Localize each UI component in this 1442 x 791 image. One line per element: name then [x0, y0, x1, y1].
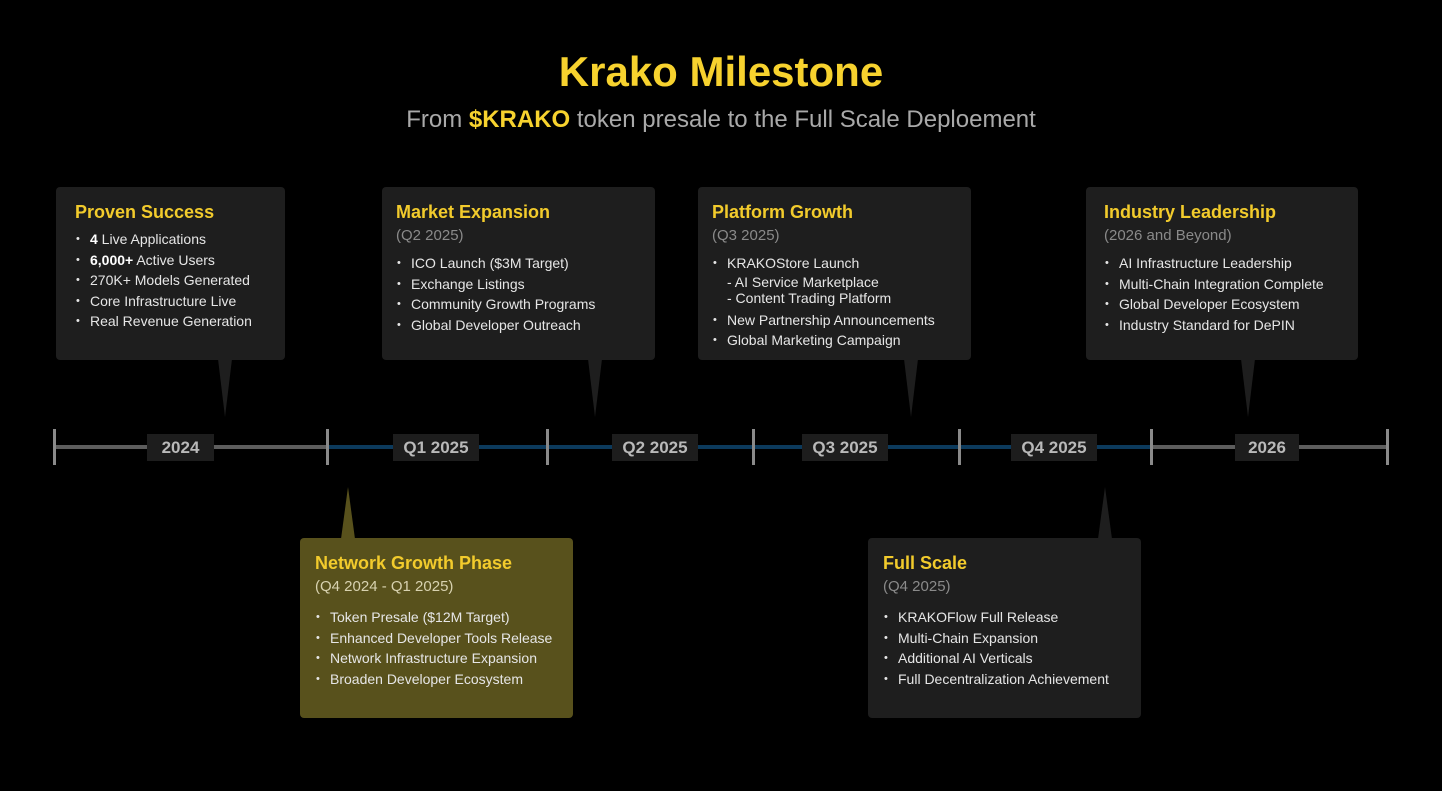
timeline-tick [53, 429, 56, 465]
card-title: Proven Success [75, 202, 215, 222]
milestone-card-full-scale: Full Scale (Q4 2025) KRAKOFlow Full Rele… [868, 538, 1141, 718]
list-item: KRAKOStore Launch - AI Service Marketplac… [712, 253, 955, 306]
page-title: Krako Milestone [558, 48, 884, 95]
list-item: Real Revenue Generation [75, 311, 269, 332]
card-pointer [1098, 487, 1112, 539]
sub-item: - Content Trading Platform [727, 289, 892, 306]
period-label-q4-2025: Q4 2025 [1011, 434, 1097, 461]
subtitle-suffix: token presale to the Full Scale Deploeme… [570, 106, 1036, 133]
sub-item: - AI Service Marketplace [727, 273, 879, 290]
list-item: Full Decentralization Achievement [883, 669, 1125, 690]
list-item: 270K+ Models Generated [75, 270, 269, 291]
card-title: Network Growth Phase [315, 553, 513, 573]
period-label-q3-2025: Q3 2025 [802, 434, 888, 461]
card-title: Market Expansion [396, 202, 551, 222]
card-period: (Q2 2025) [396, 227, 464, 244]
card-period: (Q4 2025) [883, 578, 951, 595]
card-period: (2026 and Beyond) [1104, 227, 1232, 244]
list-item: 4 Live Applications [75, 229, 269, 250]
milestone-card-platform-growth: Platform Growth (Q3 2025) KRAKOStore Lau… [698, 187, 971, 360]
list-item: Network Infrastructure Expansion [315, 648, 557, 669]
list-item: Global Developer Ecosystem [1104, 294, 1342, 315]
card-pointer [341, 487, 355, 539]
period-label-2024: 2024 [147, 434, 214, 461]
card-title: Full Scale [883, 553, 968, 573]
list-item: KRAKOFlow Full Release [883, 607, 1125, 628]
item-text: Active Users [133, 251, 215, 268]
milestone-card-proven-success: Proven Success 4 Live Applications 6,000… [56, 187, 285, 360]
item-text: Live Applications [97, 231, 206, 247]
card-pointer [904, 359, 918, 417]
card-pointer [1241, 359, 1255, 417]
timeline-tick [1386, 429, 1389, 465]
milestone-card-market-expansion: Market Expansion (Q2 2025) ICO Launch ($… [382, 187, 655, 360]
list-item: Industry Standard for DePIN [1104, 315, 1342, 336]
period-label-2026: 2026 [1235, 434, 1299, 461]
card-list: Token Presale ($12M Target) Enhanced Dev… [315, 607, 557, 689]
card-title: Platform Growth [712, 202, 854, 222]
card-list: KRAKOStore Launch - AI Service Marketplac… [712, 253, 955, 351]
list-item: AI Infrastructure Leadership [1104, 253, 1342, 274]
card-list: 4 Live Applications 6,000+ Active Users … [75, 229, 269, 332]
list-item: Global Marketing Campaign [712, 330, 955, 351]
card-list: ICO Launch ($3M Target) Exchange Listing… [396, 253, 639, 335]
item-bold-value: 4 [90, 231, 98, 247]
period-label-q2-2025: Q2 2025 [612, 434, 698, 461]
card-list: KRAKOFlow Full Release Multi-Chain Expan… [883, 607, 1125, 689]
card-pointer [588, 359, 602, 417]
list-item: Token Presale ($12M Target) [315, 607, 557, 628]
timeline-tick [326, 429, 329, 465]
list-item: 6,000+ Active Users [75, 250, 269, 271]
timeline-tick [752, 429, 755, 465]
timeline-tick [1150, 429, 1153, 465]
list-item: Core Infrastructure Live [75, 291, 269, 312]
card-title: Industry Leadership [1104, 202, 1277, 222]
card-pointer [218, 359, 232, 417]
milestone-card-network-growth: Network Growth Phase (Q4 2024 - Q1 2025)… [300, 538, 573, 718]
timeline-tick [546, 429, 549, 465]
list-item: Multi-Chain Expansion [883, 628, 1125, 649]
list-item: Community Growth Programs [396, 294, 639, 315]
subtitle-prefix: From [406, 106, 469, 133]
list-item: Broaden Developer Ecosystem [315, 669, 557, 690]
item-text: KRAKOStore Launch [727, 255, 860, 271]
token-highlight: $KRAKO [468, 106, 571, 133]
page-subtitle: From $KRAKO token presale to the Full Sc… [0, 106, 1442, 134]
list-item: Enhanced Developer Tools Release [315, 628, 557, 649]
timeline-tick [958, 429, 961, 465]
card-period: (Q3 2025) [712, 227, 780, 244]
list-item: Exchange Listings [396, 274, 639, 295]
list-item: New Partnership Announcements [712, 310, 955, 331]
period-label-q1-2025: Q1 2025 [393, 434, 479, 461]
card-period: (Q4 2024 - Q1 2025) [315, 578, 454, 595]
list-item: Global Developer Outreach [396, 315, 639, 336]
list-item: Additional AI Verticals [883, 648, 1125, 669]
list-item: ICO Launch ($3M Target) [396, 253, 639, 274]
list-item: Multi-Chain Integration Complete [1104, 274, 1342, 295]
card-list: AI Infrastructure Leadership Multi-Chain… [1104, 253, 1342, 335]
item-bold-value: 6,000+ [90, 251, 134, 268]
milestone-card-industry-leadership: Industry Leadership (2026 and Beyond) AI… [1086, 187, 1358, 360]
